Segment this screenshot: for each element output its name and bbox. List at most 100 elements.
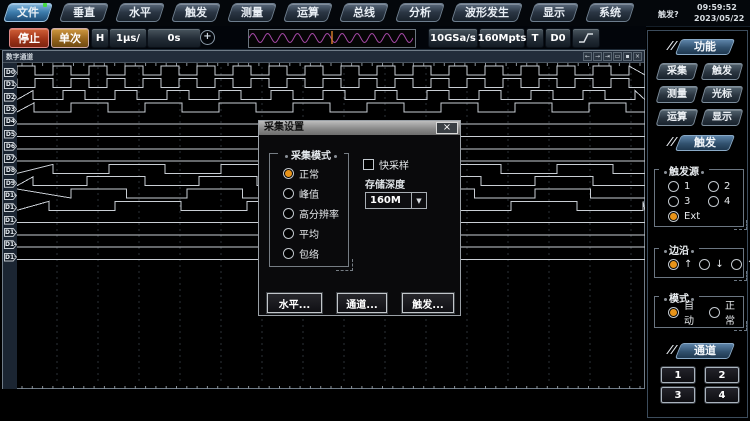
stop-button[interactable]: 停止 — [9, 28, 49, 48]
dialog-close-icon[interactable]: × — [436, 122, 458, 134]
channel-label-D10[interactable]: D10 — [4, 191, 17, 200]
menu-tab-3[interactable]: 水平 — [116, 2, 164, 23]
channel-label-D7[interactable]: D7 — [4, 154, 17, 163]
mode-option-2[interactable]: 峰值 — [283, 187, 339, 199]
trigger-source-group: 触发源 1234Ext — [654, 169, 744, 227]
trigger-source-option-3[interactable]: 3 — [668, 195, 708, 207]
radio-label: 正常 — [725, 297, 743, 327]
trigger-source-button[interactable]: D0 — [545, 28, 571, 48]
channel-label-D9[interactable]: D9 — [4, 179, 17, 188]
channel-button-2[interactable]: 2 — [705, 367, 739, 383]
radio-icon — [283, 248, 294, 259]
trigger-mode-option-1[interactable]: 自动 — [668, 306, 702, 318]
menu-tab-2[interactable]: 垂直 — [60, 2, 108, 23]
edge-option-3[interactable]: ↑↓ — [731, 258, 750, 270]
pan-left-icon[interactable]: ← — [583, 52, 592, 61]
trigger-source-option-4[interactable]: 4 — [708, 195, 742, 207]
single-button[interactable]: 单次 — [51, 28, 89, 48]
mode-option-3[interactable]: 高分辨率 — [283, 207, 339, 219]
radio-label: 4 — [724, 196, 730, 207]
menu-tab-10[interactable]: 显示 — [530, 2, 578, 23]
horizontal-offset-button[interactable]: 0s — [147, 28, 201, 48]
mode-option-4[interactable]: 平均 — [283, 227, 339, 239]
channel-label-D13[interactable]: D13 — [4, 228, 17, 237]
menu-tab-label: 波形发生 — [465, 6, 509, 19]
dialog-button-1[interactable]: 水平... — [267, 293, 322, 313]
memory-depth-selected-value: 160M — [366, 195, 411, 206]
menu-tab-9[interactable]: 波形发生 — [452, 2, 522, 23]
trigger-source-option-5[interactable]: Ext — [668, 210, 708, 222]
close-icon[interactable]: × — [633, 52, 642, 61]
channel-label-D5[interactable]: D5 — [4, 130, 17, 139]
memory-depth-dropdown[interactable]: 160M ▼ — [365, 192, 427, 209]
fast-sample-checkbox[interactable]: 快采样 — [363, 157, 409, 172]
channel-label-D4[interactable]: D4 — [4, 117, 17, 126]
menu-tab-label: 分析 — [409, 6, 431, 19]
minimize-icon[interactable]: ▪ — [623, 52, 632, 61]
channel-label-D8[interactable]: D8 — [4, 166, 17, 175]
channel-label-column: D0 D1 D2 D3 D4 D5 D6 D7 D8 D9 D10 D11 D12 D13 D14 D15 — [3, 63, 17, 389]
acquisition-mode-group-label: 采集模式 — [278, 147, 344, 162]
function-button-4[interactable]: 光标 — [703, 86, 741, 103]
radio-label: ↑ — [684, 259, 692, 270]
function-button-2[interactable]: 触发 — [703, 63, 741, 80]
waveform-preview-strip[interactable] — [248, 29, 416, 48]
trigger-source-option-1[interactable]: 1 — [668, 180, 708, 192]
restore-icon[interactable]: ▭ — [613, 52, 622, 61]
channel-label-text: D6 — [5, 143, 16, 150]
channel-label-text: D3 — [5, 106, 16, 113]
channel-label-D6[interactable]: D6 — [4, 142, 17, 151]
mode-option-5[interactable]: 包络 — [283, 247, 339, 259]
function-button-3[interactable]: 测量 — [658, 86, 696, 103]
channel-label-D15[interactable]: D15 — [4, 253, 17, 262]
menu-tab-5[interactable]: 测量 — [228, 2, 276, 23]
channel-label-D2[interactable]: D2 — [4, 93, 17, 102]
channel-label-D1[interactable]: D1 — [4, 80, 17, 89]
radio-icon — [708, 181, 719, 192]
function-button-1[interactable]: 采集 — [658, 63, 696, 80]
channel-label-D14[interactable]: D14 — [4, 240, 17, 249]
trigger-slope-button[interactable] — [572, 28, 600, 48]
channel-label-D0[interactable]: D0 — [4, 68, 17, 77]
clock-date: 2023/05/22 — [694, 14, 744, 23]
channel-label-D3[interactable]: D3 — [4, 105, 17, 114]
dialog-title[interactable]: 采集设置 — [259, 121, 460, 135]
function-button-6[interactable]: 显示 — [703, 109, 741, 126]
function-button-5[interactable]: 运算 — [658, 109, 696, 126]
edge-option-1[interactable]: ↑ — [668, 258, 692, 270]
chevron-down-icon: ▼ — [411, 193, 426, 208]
menu-tab-11[interactable]: 系统 — [586, 2, 634, 23]
panel-header[interactable]: 数字通道 ←→⇥▭▪× — [3, 51, 644, 63]
radio-label: 自动 — [684, 297, 702, 327]
menu-tab-6[interactable]: 运算 — [284, 2, 332, 23]
channel-label-D12[interactable]: D12 — [4, 216, 17, 225]
pan-right-icon[interactable]: → — [593, 52, 602, 61]
radio-label: Ext — [684, 211, 700, 222]
menu-tab-8[interactable]: 分析 — [396, 2, 444, 23]
menu-tab-7[interactable]: 总线 — [340, 2, 388, 23]
channel-label-D11[interactable]: D11 — [4, 203, 17, 212]
menu-tab-1[interactable]: 文件 — [4, 2, 52, 23]
channel-button-1[interactable]: 1 — [661, 367, 695, 383]
trigger-mode-option-2[interactable]: 正常 — [709, 306, 743, 318]
radio-selected-icon — [668, 307, 679, 318]
edge-option-2[interactable]: ↓ — [699, 258, 723, 270]
acquisition-settings-dialog: 采集设置 × 采集模式 正常峰值高分辨率平均包络 快采样 存储深度 160M ▼… — [258, 120, 461, 316]
dialog-button-2[interactable]: 通道... — [337, 293, 387, 313]
zoom-in-icon[interactable]: + — [200, 30, 215, 45]
channel-label-text: D9 — [5, 180, 16, 187]
channel-button-3[interactable]: 3 — [661, 387, 695, 403]
menu-tab-label: 系统 — [599, 6, 621, 19]
radio-icon — [668, 196, 679, 207]
panel-window-controls: ←→⇥▭▪× — [583, 52, 642, 61]
menu-tab-4[interactable]: 触发 — [172, 2, 220, 23]
timebase-button[interactable]: 1μs/ — [109, 28, 147, 48]
dialog-button-3[interactable]: 触发... — [402, 293, 454, 313]
channel-button-4[interactable]: 4 — [705, 387, 739, 403]
pan-end-icon[interactable]: ⇥ — [603, 52, 612, 61]
acquisition-mode-options: 正常峰值高分辨率平均包络 — [283, 167, 339, 259]
mode-option-1[interactable]: 正常 — [283, 167, 339, 179]
channel-label-text: D5 — [5, 131, 16, 138]
trigger-source-option-2[interactable]: 2 — [708, 180, 742, 192]
fast-sample-label: 快采样 — [379, 157, 409, 172]
